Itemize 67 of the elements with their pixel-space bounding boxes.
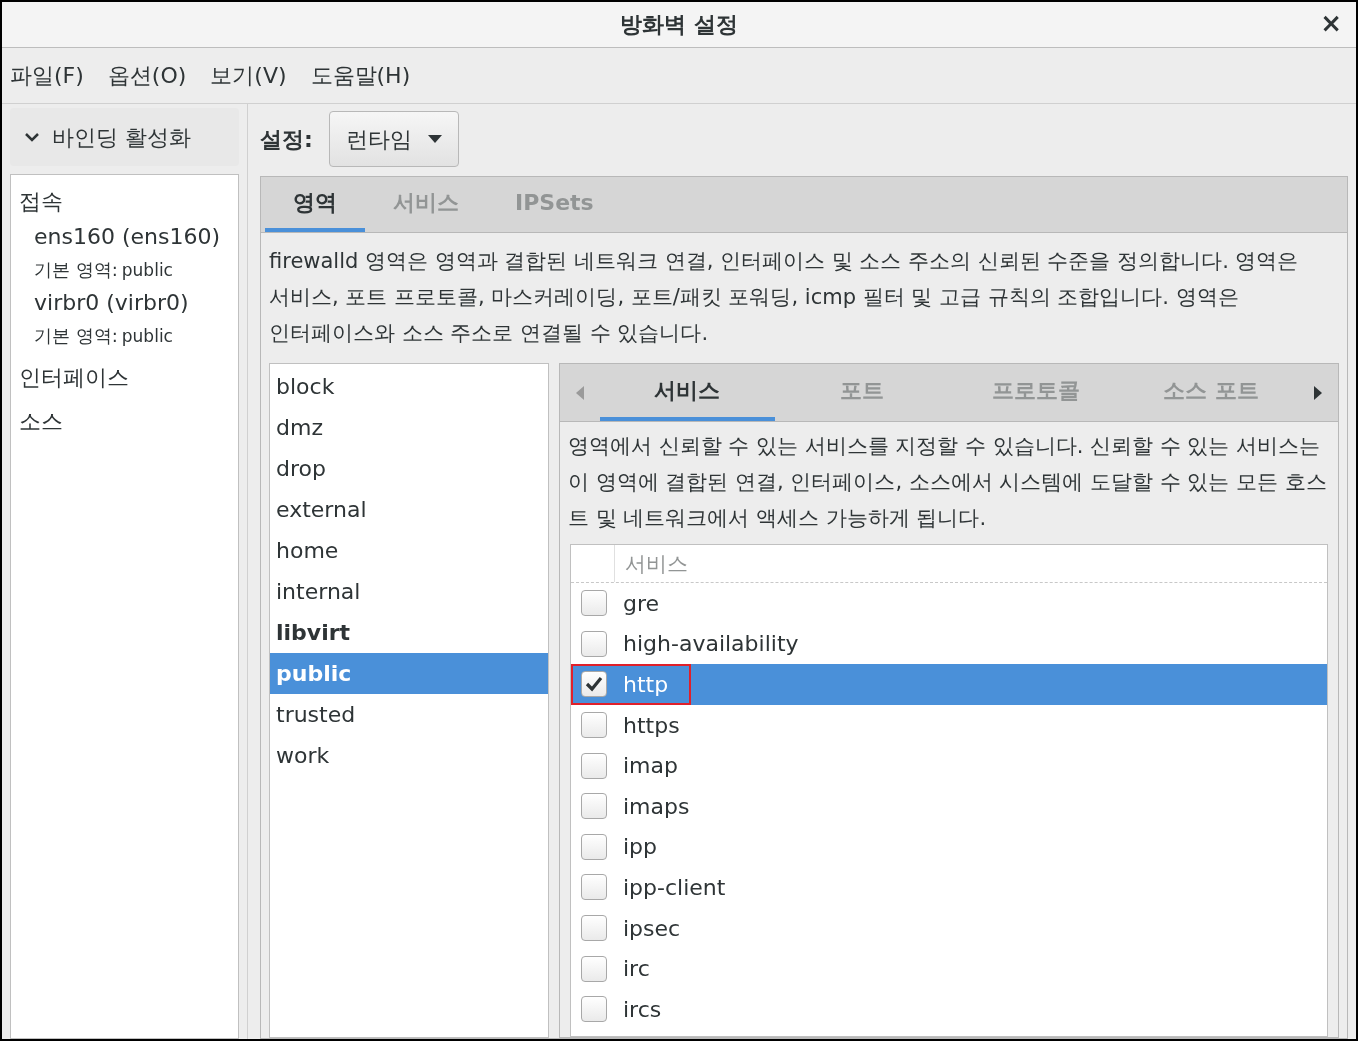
scroll-left-icon [576,385,584,400]
tab[interactable]: 영역 [265,177,365,232]
settings-dropdown[interactable]: 런타임 [328,111,459,167]
service-row[interactable]: high-availability [571,623,1327,665]
service-checkbox[interactable] [581,630,607,657]
menu-item[interactable]: 보기(V) [210,59,287,92]
zone-item[interactable]: drop [270,448,548,489]
service-name: http [623,671,669,699]
zone-label: 기본 영역: [34,258,118,282]
checkmark-icon [585,676,603,693]
service-name: irc [623,955,650,984]
menu-item[interactable]: 파일(F) [10,59,84,92]
menu-item[interactable]: 옵션(O) [107,59,187,92]
service-row[interactable]: ipsec [571,907,1327,949]
service-name: ircs [623,995,662,1024]
zone-item[interactable]: dmz [270,407,548,448]
services-description: 영역에서 신뢰할 수 있는 서비스를 지정할 수 있습니다. 신뢰할 수 있는 서비스는 이 영역에 결합된 연결, 인터페이스, 소스에서 시스템에 도달할 수 있는 모든 호스트 및 네트워크에서 액세스 가능하게 됩니다. [567,433,1328,532]
service-checkbox[interactable] [581,915,607,942]
service-name: ipp [623,833,658,862]
service-row[interactable]: ipp [571,826,1327,868]
zone-item[interactable]: trusted [270,694,548,735]
service-name: gre [623,589,660,618]
service-name: imap [623,752,678,781]
section-title: 접속 [19,188,64,216]
service-row[interactable]: imaps [571,785,1327,827]
service-checkbox[interactable] [581,833,607,860]
zone-value: public [121,325,173,348]
zone-label: 기본 영역: [34,324,118,348]
service-row[interactable]: gre [571,583,1327,624]
service-name: ipp-client [623,873,726,902]
zone-item[interactable]: home [270,530,548,571]
section-title: 소스 [19,408,64,436]
window-title: 방화벽 설정 [620,11,738,39]
service-checkbox[interactable] [581,752,607,779]
zone-description: firewalld 영역은 영역과 결합된 네트워크 연결, 인터페이스 및 소스 주소의 신뢰된 수준을 정의합니다. 영역은 서비스, 포트 프로토콜, 마스커레이딩, 포트/패킷 포워딩, icmp 필터 및 고급 규칙의 조합입니다. 영역은 인터페이스와 소스 주소로 연결될 수 있습니다. [268,248,1300,347]
caret-icon [427,135,442,143]
binding-toggle[interactable]: 바인딩 활성화 [10,108,239,166]
service-name: https [623,711,680,740]
service-checkbox[interactable] [581,793,607,820]
service-row[interactable]: irc [571,948,1327,989]
service-name: imaps [623,792,690,821]
close-button[interactable]: × [1320,10,1342,36]
service-row[interactable]: ircs [571,988,1327,1030]
zone-item[interactable]: libvirt [270,612,548,653]
service-checkbox[interactable] [581,712,607,739]
settings-label: 설정: [260,125,313,154]
menu-item[interactable]: 도움말(H) [310,59,411,92]
service-name: high-availability [623,630,799,659]
service-row[interactable]: imap [571,745,1327,786]
service-row[interactable]: ipp-client [571,867,1327,908]
service-checkbox[interactable] [581,955,607,982]
service-checkbox[interactable] [581,996,607,1023]
zone-item[interactable]: block [270,366,548,407]
service-checkbox[interactable] [581,671,607,698]
zone-value: public [121,259,173,282]
section-title: 인터페이스 [19,364,130,392]
zone-item[interactable]: internal [270,571,548,612]
service-row[interactable]: https [571,704,1327,746]
zone-item[interactable]: external [270,489,548,530]
service-checkbox[interactable] [581,874,607,901]
service-checkbox[interactable] [581,590,607,617]
connection-name[interactable]: virbr0 (virbr0) [34,285,230,321]
service-name: ipsec [623,914,681,943]
zone-item[interactable]: work [270,735,548,776]
tab[interactable]: 서비스 [600,364,775,421]
connection-name[interactable]: ens160 (ens160) [34,219,230,255]
scroll-right-icon [1314,385,1322,400]
